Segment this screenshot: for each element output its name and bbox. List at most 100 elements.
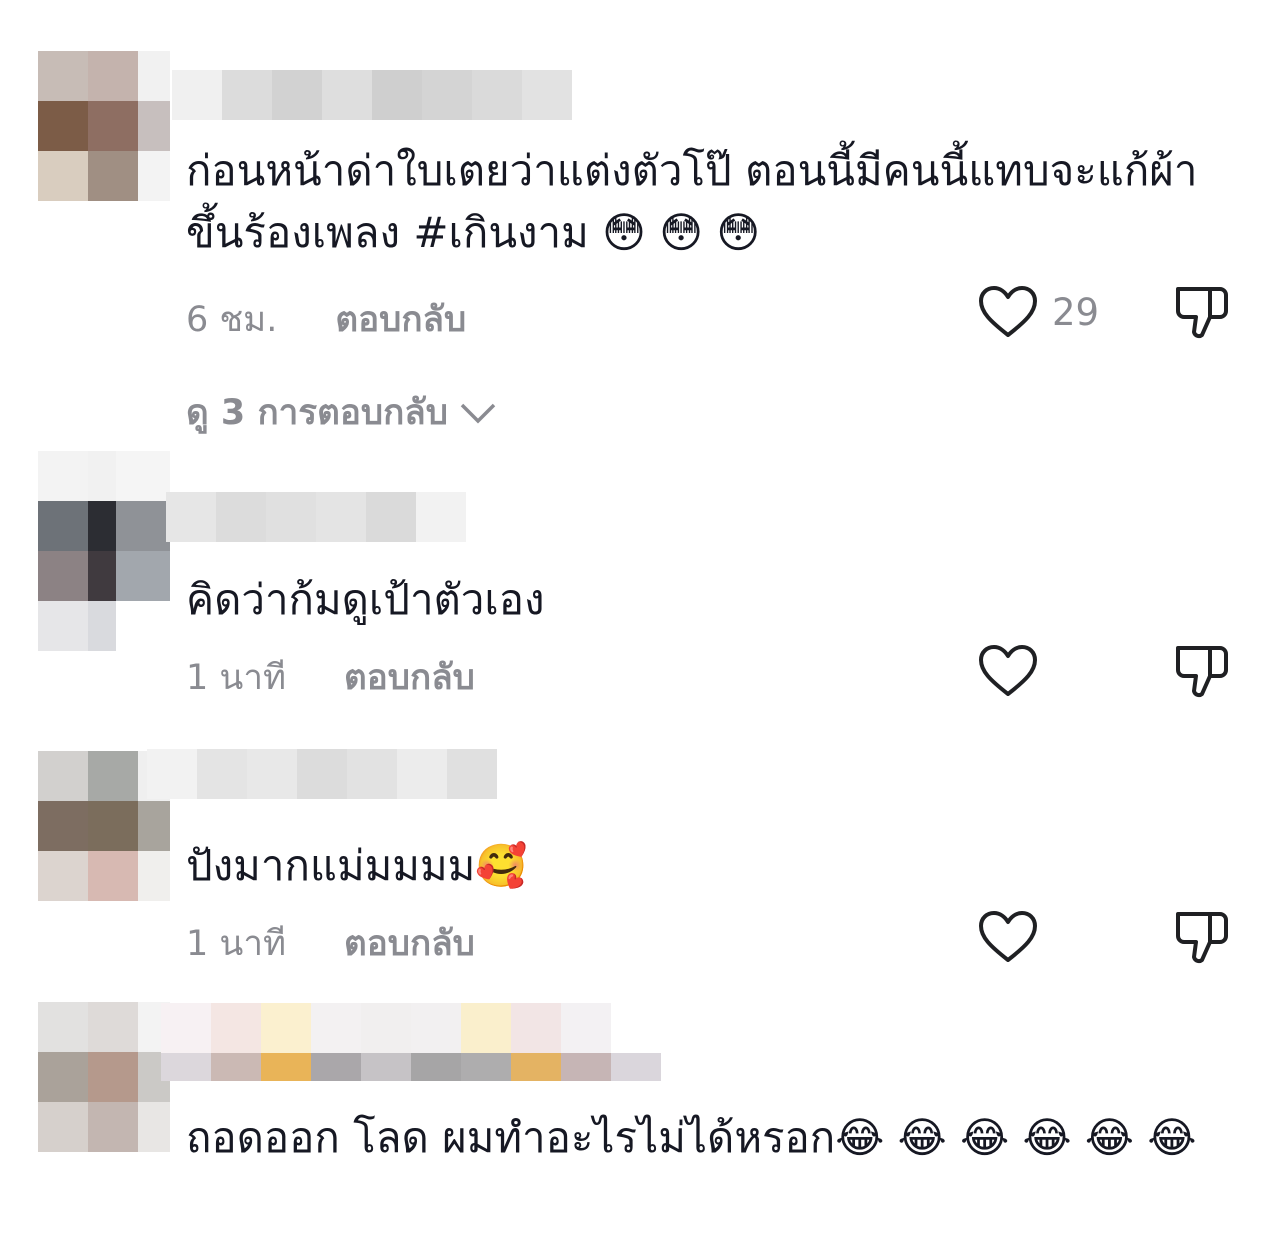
avatar-pixel	[38, 51, 88, 101]
like-button[interactable]	[978, 644, 1038, 698]
comment-time: 1 นาที	[186, 658, 287, 698]
username-pixel	[611, 1053, 661, 1081]
username-pixel	[361, 1053, 411, 1081]
username-pixel	[216, 492, 266, 542]
username-pixels	[147, 749, 497, 799]
username-pixel	[311, 1003, 361, 1053]
username-pixel	[561, 1053, 611, 1081]
dislike-button[interactable]	[1172, 644, 1230, 702]
avatar-pixel	[88, 1102, 138, 1152]
reply-button[interactable]: ตอบกลับ	[335, 292, 466, 347]
dislike-button[interactable]	[1172, 285, 1230, 343]
like-count: 29	[1052, 290, 1100, 334]
username[interactable]	[161, 1003, 661, 1081]
avatar-pixel	[116, 451, 170, 501]
username[interactable]	[166, 492, 466, 542]
avatar-pixel	[138, 101, 170, 151]
thumbs-down-icon	[1176, 646, 1228, 698]
avatar-pixel	[38, 101, 88, 151]
avatar-pixel	[116, 501, 170, 551]
username-pixels	[161, 1003, 661, 1053]
username-pixel	[261, 1003, 311, 1053]
username-pixel	[372, 70, 422, 120]
view-replies-button[interactable]: ดู 3 การตอบกลับ	[186, 385, 498, 440]
avatar-pixel	[138, 1102, 170, 1152]
username-pixel	[247, 749, 297, 799]
reply-button[interactable]: ตอบกลับ	[344, 650, 475, 705]
comment-time: 6 ชม.	[186, 300, 278, 340]
username-pixel	[316, 492, 366, 542]
username-pixel	[161, 1003, 211, 1053]
avatar-pixel	[88, 1002, 138, 1052]
username-pixel	[147, 749, 197, 799]
heart-icon	[979, 645, 1037, 696]
comment-meta: 6 ชม. ตอบกลับ	[186, 292, 466, 347]
avatar-pixel	[116, 551, 170, 601]
username-pixel	[461, 1003, 511, 1053]
username-pixels	[166, 492, 466, 542]
avatar-pixel	[38, 801, 88, 851]
avatar-pixel	[88, 851, 138, 901]
username-pixel	[197, 749, 247, 799]
avatar-pixel	[38, 501, 88, 551]
thumbs-down-icon	[1176, 912, 1228, 964]
avatar-pixel	[38, 1002, 88, 1052]
username-pixel	[561, 1003, 611, 1053]
username-pixel	[311, 1053, 361, 1081]
dislike-button[interactable]	[1172, 910, 1230, 968]
avatar-pixel	[88, 151, 138, 201]
reply-button[interactable]: ตอบกลับ	[344, 916, 475, 971]
username-pixels	[161, 1053, 661, 1081]
comment-text: ก่อนหน้าด่าใบเตยว่าแต่งตัวโป๊ ตอนนี้มีคน…	[186, 146, 1198, 257]
avatar[interactable]	[38, 451, 170, 651]
username-pixel	[297, 749, 347, 799]
avatar-pixel	[88, 751, 138, 801]
username[interactable]	[172, 70, 572, 120]
username-pixel	[416, 492, 466, 542]
username-pixel	[522, 70, 572, 120]
username-pixel	[172, 70, 222, 120]
avatar-pixel	[38, 851, 88, 901]
comment-meta: 1 นาที ตอบกลับ	[186, 916, 475, 971]
username-pixel	[461, 1053, 511, 1081]
like-button[interactable]	[978, 910, 1038, 964]
username-pixel	[272, 70, 322, 120]
username-pixels	[172, 70, 572, 120]
avatar-pixel	[88, 551, 116, 601]
view-replies-label: ดู 3 การตอบกลับ	[186, 393, 448, 433]
username-pixel	[366, 492, 416, 542]
avatar-pixel	[88, 601, 116, 651]
avatar-pixel	[88, 51, 138, 101]
username-pixel	[511, 1003, 561, 1053]
username-pixel	[266, 492, 316, 542]
username-pixel	[161, 1053, 211, 1081]
username-pixel	[411, 1003, 461, 1053]
comment-meta: 1 นาที ตอบกลับ	[186, 650, 475, 705]
comment-text: คิดว่าก้มดูเป้าตัวเอง	[186, 575, 545, 624]
comment-text: ถอดออก โลด ผมทำอะไรไม่ได้หรอก😂 😂 😂 😂 😂 😂	[186, 1113, 1197, 1162]
username-pixel	[422, 70, 472, 120]
username-pixel	[411, 1053, 461, 1081]
avatar-pixel	[88, 801, 138, 851]
thumbs-down-icon	[1176, 287, 1228, 339]
avatar-pixel	[38, 1052, 88, 1102]
username[interactable]	[147, 749, 497, 799]
avatar-pixel	[138, 151, 170, 201]
avatar-pixel	[38, 551, 88, 601]
username-pixel	[361, 1003, 411, 1053]
avatar-pixel	[38, 451, 88, 501]
username-pixel	[211, 1003, 261, 1053]
comment-time: 1 นาที	[186, 924, 287, 964]
heart-icon	[979, 286, 1037, 337]
username-pixel	[347, 749, 397, 799]
avatar[interactable]	[38, 51, 170, 201]
heart-icon	[979, 911, 1037, 962]
avatar-pixel	[38, 601, 88, 651]
avatar[interactable]	[38, 1002, 170, 1152]
username-pixel	[447, 749, 497, 799]
username-pixel	[397, 749, 447, 799]
like-button[interactable]: 29	[978, 285, 1099, 339]
avatar-pixel	[116, 601, 170, 651]
chevron-down-icon	[460, 403, 496, 423]
avatar-pixel	[138, 51, 170, 101]
